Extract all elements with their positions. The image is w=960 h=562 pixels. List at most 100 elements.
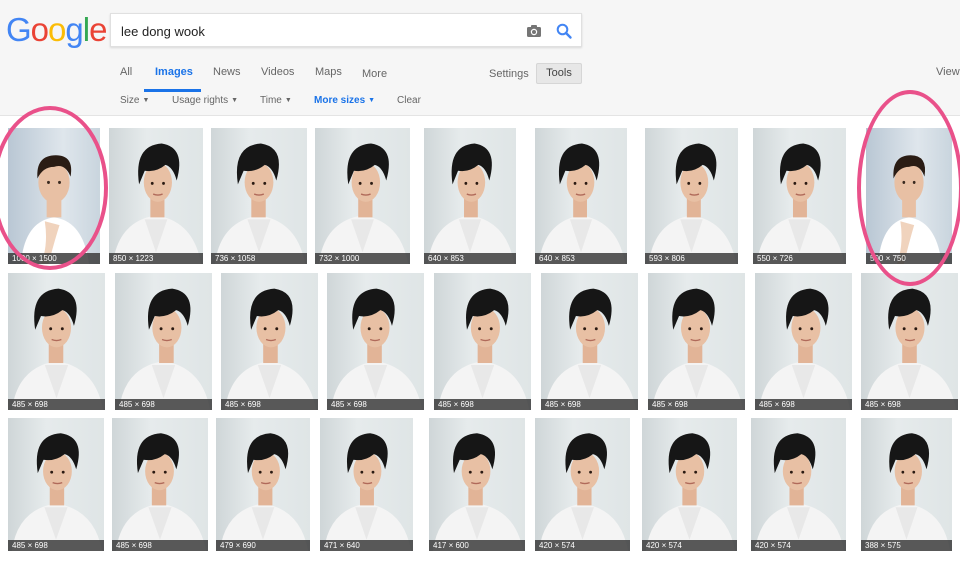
tool-clear[interactable]: Clear [397, 95, 421, 106]
settings-link[interactable]: Settings [489, 68, 529, 80]
portrait-image [651, 288, 744, 410]
search-tabs: All Images News Videos Maps More [0, 60, 960, 92]
image-dimensions-label: 471 × 640 [320, 540, 413, 551]
image-result[interactable]: 485 × 698 [861, 273, 958, 410]
image-result[interactable]: 485 × 698 [327, 273, 424, 410]
image-result[interactable]: 420 × 574 [751, 418, 846, 551]
tools-button[interactable]: Tools [536, 63, 582, 84]
portrait-image [432, 433, 524, 551]
image-dimensions-label: 500 × 750 [866, 253, 952, 264]
portrait-image [11, 433, 103, 551]
logo-letter: e [89, 11, 107, 48]
logo-letter: g [65, 11, 83, 48]
portrait-image [538, 143, 626, 264]
image-result[interactable]: 420 × 574 [535, 418, 630, 551]
image-result-child[interactable]: 1000 × 1500 [8, 128, 100, 264]
logo-letter: G [6, 11, 32, 48]
image-dimensions-label: 485 × 698 [861, 399, 958, 410]
image-dimensions-label: 420 × 574 [751, 540, 846, 551]
portrait-image [427, 143, 515, 264]
image-dimensions-label: 485 × 698 [648, 399, 745, 410]
image-dimensions-label: 485 × 698 [755, 399, 852, 410]
image-result[interactable]: 485 × 698 [112, 418, 208, 551]
tab-all[interactable]: All [120, 66, 132, 78]
image-dimensions-label: 420 × 574 [535, 540, 630, 551]
image-result[interactable]: 640 × 853 [424, 128, 516, 264]
portrait-image [878, 155, 942, 264]
portrait-image [330, 288, 423, 410]
tool-more-sizes-label: More sizes [314, 95, 366, 106]
caret-down-icon: ▼ [231, 97, 239, 104]
google-logo[interactable]: Google [6, 11, 107, 48]
portrait-image [437, 288, 530, 410]
image-result[interactable]: 485 × 698 [115, 273, 212, 410]
tab-videos[interactable]: Videos [261, 66, 294, 78]
tab-maps[interactable]: Maps [315, 66, 342, 78]
image-dimensions-label: 593 × 806 [645, 253, 738, 264]
tool-size[interactable]: Size ▼ [120, 95, 149, 106]
image-result[interactable]: 732 × 1000 [315, 128, 410, 264]
image-result[interactable]: 550 × 726 [753, 128, 846, 264]
view-link[interactable]: View [936, 66, 960, 78]
portrait-image [758, 288, 851, 410]
image-result[interactable]: 640 × 853 [535, 128, 627, 264]
tool-usage-rights[interactable]: Usage rights ▼ [172, 95, 238, 106]
tool-time[interactable]: Time ▼ [260, 95, 292, 106]
search-input[interactable] [121, 20, 511, 42]
portrait-image [323, 433, 412, 551]
portrait-image [118, 288, 211, 410]
image-dimensions-label: 640 × 853 [535, 253, 627, 264]
logo-letter: o [30, 11, 49, 48]
portrait-image [544, 288, 637, 410]
tab-news[interactable]: News [213, 66, 241, 78]
image-dimensions-label: 485 × 698 [327, 399, 424, 410]
image-result[interactable]: 736 × 1058 [211, 128, 307, 264]
portrait-image [219, 433, 309, 551]
image-dimensions-label: 732 × 1000 [315, 253, 410, 264]
image-result[interactable]: 485 × 698 [434, 273, 531, 410]
image-result[interactable]: 479 × 690 [216, 418, 310, 551]
search-icon[interactable] [555, 22, 573, 40]
image-result-child[interactable]: 500 × 750 [866, 128, 952, 264]
image-dimensions-label: 485 × 698 [115, 399, 212, 410]
portrait-image [756, 143, 845, 264]
image-result[interactable]: 417 × 600 [429, 418, 525, 551]
image-dimensions-label: 550 × 726 [753, 253, 846, 264]
tool-more-sizes[interactable]: More sizes ▼ [314, 95, 375, 106]
image-dimensions-label: 1000 × 1500 [8, 253, 100, 264]
image-dimensions-label: 388 × 575 [861, 540, 952, 551]
header: Google All Images News Videos Maps More … [0, 0, 960, 116]
image-dimensions-label: 417 × 600 [429, 540, 525, 551]
tab-more[interactable]: More [362, 68, 387, 80]
camera-icon[interactable] [525, 22, 543, 40]
portrait-image [864, 288, 957, 410]
image-dimensions-label: 850 × 1223 [109, 253, 203, 264]
image-result[interactable]: 471 × 640 [320, 418, 413, 551]
portrait-image [11, 288, 104, 410]
image-result[interactable]: 388 × 575 [861, 418, 952, 551]
image-result[interactable]: 485 × 698 [541, 273, 638, 410]
portrait-image [645, 433, 736, 551]
portrait-image [115, 433, 207, 551]
portrait-image [538, 433, 629, 551]
portrait-image [318, 143, 409, 264]
image-dimensions-label: 485 × 698 [8, 540, 104, 551]
portrait-image [112, 143, 202, 264]
image-result[interactable]: 485 × 698 [8, 418, 104, 551]
image-result[interactable]: 593 × 806 [645, 128, 738, 264]
portrait-image [648, 143, 737, 264]
image-dimensions-label: 485 × 698 [8, 399, 105, 410]
tool-size-label: Size [120, 95, 140, 106]
search-box [110, 13, 582, 47]
image-result[interactable]: 485 × 698 [221, 273, 318, 410]
image-dimensions-label: 485 × 698 [112, 540, 208, 551]
image-result[interactable]: 420 × 574 [642, 418, 737, 551]
image-dimensions-label: 420 × 574 [642, 540, 737, 551]
portrait-image [224, 288, 317, 410]
tab-images[interactable]: Images [155, 66, 193, 78]
image-result[interactable]: 485 × 698 [648, 273, 745, 410]
image-result[interactable]: 485 × 698 [755, 273, 852, 410]
logo-letter: o [48, 11, 66, 48]
image-result[interactable]: 485 × 698 [8, 273, 105, 410]
image-result[interactable]: 850 × 1223 [109, 128, 203, 264]
